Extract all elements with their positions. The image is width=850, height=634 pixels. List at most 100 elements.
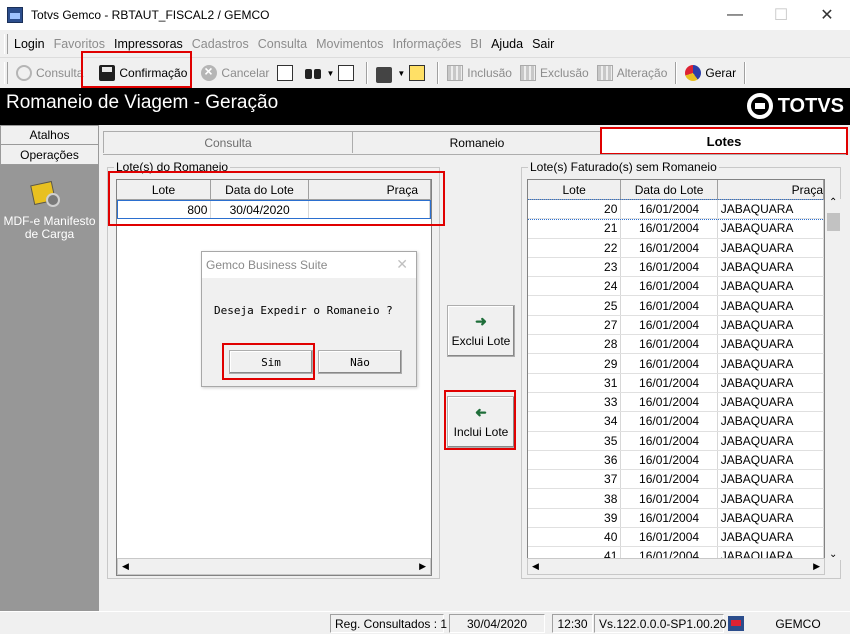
menu-cadastros[interactable]: Cadastros [192, 37, 249, 51]
menu-ajuda[interactable]: Ajuda [491, 37, 523, 51]
find-button[interactable]: ▼ [301, 61, 362, 85]
nav-item-mdfe[interactable]: MDF-e Manifesto de Carga [0, 215, 99, 241]
tab-consulta[interactable]: Consulta [103, 131, 353, 153]
tab-lotes[interactable]: Lotes [600, 127, 848, 155]
menu-sair[interactable]: Sair [532, 37, 554, 51]
cell-lote: 36 [528, 450, 622, 470]
table-row[interactable]: 39 16/01/2004 JABAQUARA [528, 508, 824, 529]
save-icon [99, 65, 116, 81]
binoculars-icon [305, 65, 322, 81]
col-data[interactable]: Data do Lote [211, 180, 309, 199]
table-row[interactable]: 28 16/01/2004 JABAQUARA [528, 335, 824, 355]
cell-data: 16/01/2004 [621, 200, 718, 219]
table-row[interactable]: 40 16/01/2004 JABAQUARA [528, 528, 824, 548]
scroll-thumb[interactable] [827, 213, 840, 231]
right-lotes-grid[interactable]: Lote Data do Lote Praça 20 16/01/2004 JABA… [527, 179, 825, 560]
cell-praca: JABAQUARA [718, 392, 824, 412]
table-row[interactable]: 20 16/01/2004 JABAQUARA [528, 198, 824, 221]
nav-tab-atalhos[interactable]: Atalhos [0, 125, 99, 145]
menu-favoritos[interactable]: Favoritos [54, 37, 105, 51]
alteracao-button[interactable]: Alteração [593, 61, 672, 85]
menu-bi[interactable]: BI [470, 37, 482, 51]
table-row[interactable]: 24 16/01/2004 JABAQUARA [528, 277, 824, 297]
close-icon[interactable]: ✕ [396, 256, 408, 273]
cell-lote: 29 [528, 354, 622, 373]
col-praca[interactable]: Praça [718, 180, 824, 199]
exclui-lote-button[interactable]: ➜ Exclui Lote [447, 305, 515, 357]
table-row[interactable]: 800 30/04/2020 [117, 200, 431, 220]
new-document-button[interactable] [273, 61, 301, 85]
confirmacao-button[interactable]: Confirmação [95, 61, 191, 85]
close-button[interactable]: ✕ [804, 0, 850, 30]
table-row[interactable]: 29 16/01/2004 JABAQUARA [528, 354, 824, 374]
tab-romaneio[interactable]: Romaneio [352, 131, 602, 153]
no-button[interactable]: Não [318, 350, 402, 374]
cell-praca: JABAQUARA [718, 315, 824, 335]
chevron-down-icon[interactable]: ▼ [326, 69, 334, 78]
cell-lote: 23 [528, 257, 622, 277]
table-row[interactable]: 33 16/01/2004 JABAQUARA [528, 392, 824, 413]
table-row[interactable]: 25 16/01/2004 JABAQUARA [528, 296, 824, 316]
scroll-left-icon[interactable]: ◀ [122, 561, 129, 572]
scroll-down-icon[interactable]: ⌄ [829, 549, 837, 560]
menu-informacoes[interactable]: Informações [393, 37, 462, 51]
menu-movimentos[interactable]: Movimentos [316, 37, 383, 51]
maximize-button[interactable]: ☐ [758, 0, 804, 30]
left-grid-header: Lote Data do Lote Praça [117, 180, 431, 200]
left-hscrollbar[interactable]: ◀ ▶ [117, 558, 431, 575]
scroll-up-icon[interactable]: ⌃ [829, 197, 837, 208]
col-praca[interactable]: Praça [309, 180, 431, 199]
nav-tab-operacoes[interactable]: Operações [0, 145, 99, 165]
cancelar-button[interactable]: Cancelar [197, 61, 273, 85]
cell-data: 16/01/2004 [621, 238, 718, 257]
scroll-right-icon[interactable]: ▶ [813, 561, 820, 572]
inclusao-button[interactable]: Inclusão [443, 61, 516, 85]
screen-header: Romaneio de Viagem - Geração TOTVS [0, 88, 850, 125]
table-row[interactable]: 36 16/01/2004 JABAQUARA [528, 450, 824, 471]
print-button[interactable]: ▼ [372, 61, 433, 85]
cell-data: 16/01/2004 [621, 412, 718, 431]
status-company: GEMCO [775, 616, 821, 631]
menu-impressoras[interactable]: Impressoras [114, 37, 183, 51]
table-row[interactable]: 35 16/01/2004 JABAQUARA [528, 431, 824, 451]
table-row[interactable]: 27 16/01/2004 JABAQUARA [528, 315, 824, 336]
scroll-right-icon[interactable]: ▶ [419, 561, 426, 572]
right-vscrollbar[interactable]: ⌃ ⌄ [825, 197, 842, 560]
gerar-label: Gerar [705, 66, 737, 80]
cell-data: 16/01/2004 [621, 277, 718, 296]
menu-login[interactable]: Login [14, 37, 45, 51]
cell-lote: 25 [528, 296, 622, 315]
table-row[interactable]: 37 16/01/2004 JABAQUARA [528, 470, 824, 490]
cell-praca: JABAQUARA [718, 335, 824, 354]
cell-praca [309, 201, 430, 219]
consulta-button[interactable]: Consulta [12, 61, 87, 85]
table-row[interactable]: 31 16/01/2004 JABAQUARA [528, 373, 824, 393]
menu-consulta[interactable]: Consulta [258, 37, 307, 51]
col-lote[interactable]: Lote [117, 180, 211, 199]
grid-icon [447, 65, 464, 81]
col-data[interactable]: Data do Lote [621, 180, 718, 199]
table-row[interactable]: 38 16/01/2004 JABAQUARA [528, 489, 824, 509]
truck-icon[interactable] [30, 177, 62, 209]
right-hscrollbar[interactable]: ◀ ▶ [527, 558, 825, 575]
minimize-button[interactable]: — [712, 0, 758, 30]
col-lote[interactable]: Lote [528, 180, 622, 199]
inclui-lote-button[interactable]: ➜ Inclui Lote [447, 396, 515, 448]
toolbar-separator [437, 62, 440, 84]
table-row[interactable]: 21 16/01/2004 JABAQUARA [528, 219, 824, 239]
table-row[interactable]: 22 16/01/2004 JABAQUARA [528, 238, 824, 258]
cell-praca: JABAQUARA [718, 489, 824, 508]
table-row[interactable]: 23 16/01/2004 JABAQUARA [528, 257, 824, 278]
dialog-titlebar: Gemco Business Suite ✕ [202, 252, 416, 278]
cell-data: 16/01/2004 [621, 489, 718, 508]
cell-lote: 20 [528, 200, 622, 219]
exclusao-button[interactable]: Exclusão [516, 61, 593, 85]
scroll-left-icon[interactable]: ◀ [532, 561, 539, 572]
inclui-lote-label: Inclui Lote [453, 425, 509, 439]
gerar-button[interactable]: Gerar [681, 61, 740, 85]
toolbar: Consulta Confirmação Cancelar ▼ ▼ Inclus… [0, 58, 850, 88]
table-row[interactable]: 34 16/01/2004 JABAQUARA [528, 412, 824, 432]
yes-button[interactable]: Sim [229, 350, 313, 374]
chevron-down-icon[interactable]: ▼ [397, 69, 405, 78]
dialog-title: Gemco Business Suite [206, 258, 328, 272]
